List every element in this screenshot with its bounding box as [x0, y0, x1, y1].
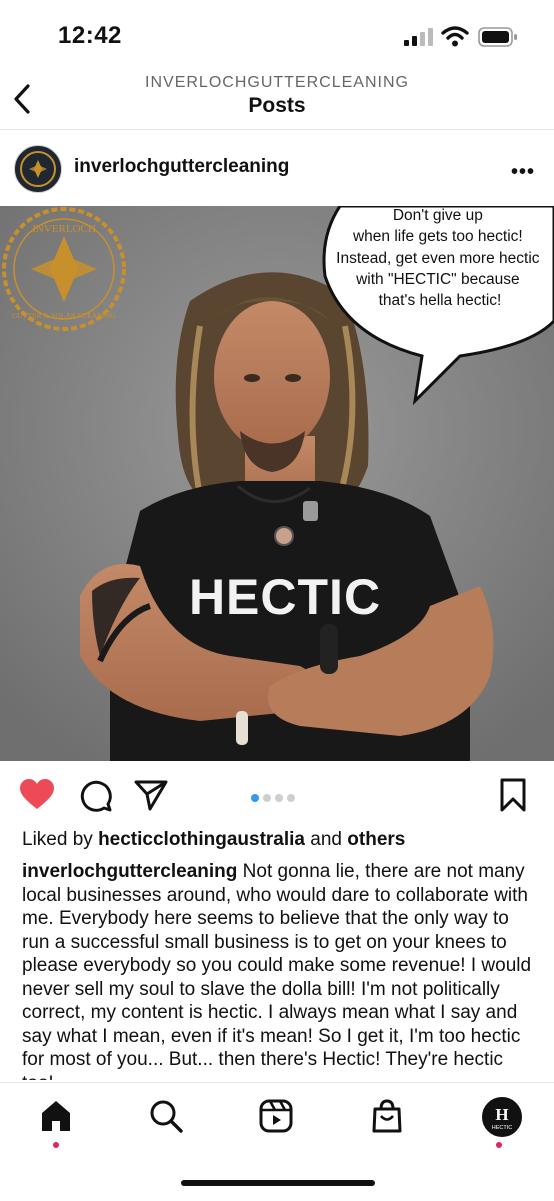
profile-avatar-text: HECTIC: [492, 1125, 513, 1131]
wifi-icon: [441, 26, 469, 47]
shirt-text: HECTIC: [189, 569, 381, 625]
post-username[interactable]: inverlochguttercleaning: [74, 156, 289, 178]
caption-text: Not gonna lie, there are not many local …: [22, 861, 532, 1080]
liked-by-others[interactable]: others: [347, 829, 405, 850]
likes-prefix: Liked by: [22, 829, 93, 850]
avatar[interactable]: [14, 145, 62, 193]
bookmark-icon[interactable]: [499, 778, 527, 812]
battery-icon: [478, 27, 517, 47]
cellular-signal-icon: [404, 28, 433, 46]
more-options-icon[interactable]: •••: [511, 161, 535, 184]
post-photo: INVERLOCH GUTTER & SOLAR CLEANING HECTIC: [0, 206, 554, 761]
home-notification-dot: [53, 1142, 59, 1148]
carousel-dot: [251, 794, 259, 802]
likes-joiner: and: [310, 829, 342, 850]
caption-username[interactable]: inverlochguttercleaning: [22, 861, 237, 882]
logo-text-bottom: GUTTER & SOLAR CLEANING: [12, 311, 117, 320]
post-caption: inverlochguttercleaning Not gonna lie, t…: [22, 860, 537, 1080]
speech-line: Don't give up: [393, 207, 483, 224]
likes-summary[interactable]: Liked by hecticclothingaustralia and oth…: [22, 829, 405, 851]
carousel-indicator: [251, 789, 299, 807]
speech-line: that's hella hectic!: [379, 292, 502, 309]
logo-text-top: INVERLOCH: [32, 223, 96, 235]
home-indicator: [181, 1180, 375, 1186]
comment-icon[interactable]: [78, 778, 112, 812]
page-title: Posts: [248, 94, 306, 117]
account-name: INVERLOCHGUTTERCLEANING: [145, 74, 409, 91]
company-logo-icon: [17, 148, 59, 190]
speech-line: Instead, get even more hectic: [336, 250, 540, 267]
profile-avatar[interactable]: H HECTIC: [482, 1097, 522, 1137]
speech-line: when life gets too hectic!: [352, 228, 523, 245]
post-header: inverlochguttercleaning •••: [0, 131, 554, 205]
profile-logo-icon: H HECTIC: [492, 1105, 513, 1131]
shop-bag-icon[interactable]: [371, 1099, 403, 1133]
header-divider: [0, 129, 554, 130]
speech-line: with "HECTIC" because: [355, 271, 519, 288]
post-image[interactable]: INVERLOCH GUTTER & SOLAR CLEANING HECTIC: [0, 206, 554, 761]
search-icon[interactable]: [149, 1099, 183, 1133]
liked-by-user[interactable]: hecticclothingaustralia: [98, 829, 305, 850]
like-heart-icon[interactable]: [19, 778, 55, 810]
share-send-icon[interactable]: [134, 779, 168, 811]
profile-notification-dot: [496, 1142, 502, 1148]
carousel-dot: [287, 794, 295, 802]
carousel-dot: [263, 794, 271, 802]
top-nav: INVERLOCHGUTTERCLEANING Posts: [0, 70, 554, 130]
post-actions: [0, 762, 554, 826]
svg-text:H: H: [495, 1105, 508, 1124]
status-bar: 12:42: [0, 0, 554, 72]
carousel-dot: [275, 794, 283, 802]
home-icon[interactable]: [39, 1099, 73, 1133]
clock: 12:42: [58, 22, 122, 49]
reels-icon[interactable]: [259, 1099, 293, 1133]
